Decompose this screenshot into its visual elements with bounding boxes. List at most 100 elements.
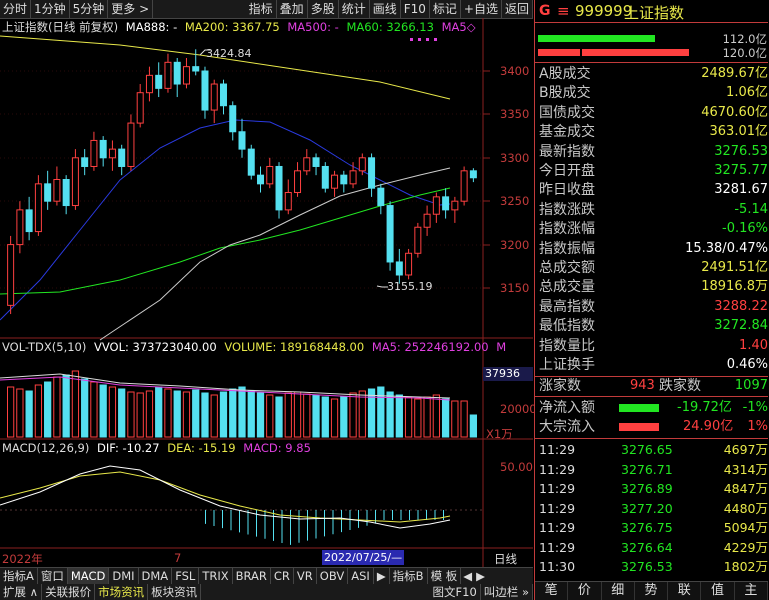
tick-row: 11:29 3276.64 4229万	[537, 539, 768, 556]
tab-trix[interactable]: TRIX	[199, 568, 233, 584]
net-inflow-row: 净流入额 -19.72亿 -1%	[537, 399, 768, 417]
stat-row: 国债成交 4670.60亿	[537, 104, 768, 122]
candle-body	[405, 252, 413, 276]
volume-unit: X1万	[486, 427, 513, 441]
volume-bar	[81, 378, 89, 438]
block-inflow-pct: 1%	[747, 419, 768, 434]
divider	[535, 62, 768, 63]
volume-bar	[293, 391, 302, 438]
candle-body	[349, 170, 357, 185]
stat-row: 基金成交 363.01亿	[537, 123, 768, 141]
candle-body	[219, 83, 227, 107]
volume-bar	[386, 391, 394, 438]
tab-macd[interactable]: MACD	[67, 568, 110, 584]
tab-trend[interactable]: 势	[635, 582, 669, 600]
down-count: 1097	[734, 378, 768, 393]
price-tick: 3250	[500, 194, 530, 208]
tab-linked[interactable]: 联	[668, 582, 702, 600]
tabs-scroll-right[interactable]: ▶	[474, 568, 487, 584]
volume-bar	[62, 374, 70, 438]
stat-label: 今日开盘	[539, 163, 595, 179]
block-inflow-value: 24.90亿	[683, 419, 734, 434]
date-cursor: 2022/07/25/—	[322, 550, 405, 565]
tab-sector-news[interactable]: 板块资讯	[148, 584, 202, 600]
volume-label: VOLUME: 189168448.00	[224, 340, 365, 354]
tab-price[interactable]: 价	[568, 582, 602, 600]
tab-brar[interactable]: BRAR	[233, 568, 271, 584]
candle-body	[451, 200, 459, 211]
tabs-scroll-left[interactable]: ◀	[461, 568, 474, 584]
macd-title: MACD(12,26,9)	[2, 441, 90, 455]
tab-detail[interactable]: 细	[602, 582, 635, 600]
stat-value: 4670.60亿	[701, 104, 768, 120]
more-tabs-arrow-icon[interactable]: ▶	[374, 568, 390, 584]
tab-expand[interactable]: 扩展 ∧	[0, 584, 43, 600]
block-inflow-label: 大宗流入	[539, 419, 595, 435]
volume-bar	[414, 398, 422, 438]
volume-bar	[219, 391, 228, 438]
candle-body	[34, 183, 42, 233]
tab-asi[interactable]: ASI	[348, 568, 374, 584]
candle-body	[44, 183, 52, 202]
tab-template[interactable]: 模 板	[428, 568, 462, 584]
tab-indicator-b[interactable]: 指标B	[390, 568, 428, 584]
stat-row: 最低指数 3272.84	[537, 317, 768, 335]
g-icon[interactable]: G	[539, 3, 551, 19]
tab-related-quotes[interactable]: 关联报价	[42, 584, 96, 600]
candle-body	[182, 66, 190, 85]
volume-bar	[275, 396, 283, 438]
candle-body	[377, 187, 385, 207]
tab-dma[interactable]: DMA	[139, 568, 173, 584]
stat-label: 昨日收盘	[539, 182, 595, 199]
volume-bar	[53, 376, 61, 438]
tab-dmi[interactable]: DMI	[109, 568, 139, 584]
period-label[interactable]: 日线	[494, 551, 517, 567]
tab-main[interactable]: 主	[735, 582, 768, 600]
volume-bar	[7, 386, 15, 438]
tab-fsl[interactable]: FSL	[172, 568, 200, 584]
tab-cr[interactable]: CR	[271, 568, 294, 584]
volume-bar	[238, 386, 246, 438]
tick-price: 3276.53	[621, 559, 673, 574]
tab-indicator-a[interactable]: 指标A	[0, 568, 38, 584]
candle-body	[340, 174, 348, 185]
tick-price: 3276.65	[621, 442, 673, 457]
tab-vr[interactable]: VR	[294, 568, 317, 584]
kline-chart[interactable]	[0, 0, 534, 567]
candle-body	[164, 61, 172, 89]
stat-label: 上证换手	[539, 357, 595, 373]
vol-ma5-label: MA5: 252246192.00	[371, 340, 489, 354]
tab-sidebar[interactable]: 叫边栏 »	[481, 584, 533, 600]
dif-line	[0, 465, 451, 529]
candle-body	[145, 74, 153, 94]
menu-icon[interactable]: ≡	[557, 2, 570, 20]
candle-body	[442, 196, 450, 211]
stat-label: 指数涨幅	[539, 221, 595, 238]
tick-price: 3276.89	[621, 481, 673, 496]
volume-bar	[247, 390, 255, 438]
bar2-value: 120.0亿	[722, 46, 767, 60]
low-annotation: 3155.19	[387, 280, 433, 293]
tick-volume: 4480万	[723, 500, 768, 516]
tab-f10[interactable]: 图文F10	[430, 584, 481, 600]
stat-row: 最高指数 3288.22	[537, 298, 768, 316]
stat-value: 1.06亿	[726, 85, 768, 101]
volume-bar	[127, 391, 135, 438]
volume-bar	[330, 398, 339, 438]
tick-volume: 5094万	[723, 520, 768, 535]
stat-label: B股成交	[539, 85, 591, 102]
volume-tick: 20000	[500, 402, 537, 416]
tab-market-news[interactable]: 市场资讯	[95, 584, 149, 600]
stat-value: 3272.84	[714, 318, 768, 334]
panel-tabs: 笔 价 细 势 联 值 主	[535, 581, 768, 600]
tab-window[interactable]: 窗口	[38, 568, 68, 584]
marker-dot	[426, 38, 429, 41]
price-tick: 3400	[500, 64, 530, 78]
candle-body	[118, 148, 126, 167]
tab-obv[interactable]: OBV	[317, 568, 349, 584]
candle-body	[90, 139, 98, 167]
tab-value[interactable]: 值	[701, 582, 735, 600]
candle-body	[238, 131, 246, 150]
tab-trades[interactable]: 笔	[535, 582, 569, 600]
volume-bar	[118, 388, 126, 438]
